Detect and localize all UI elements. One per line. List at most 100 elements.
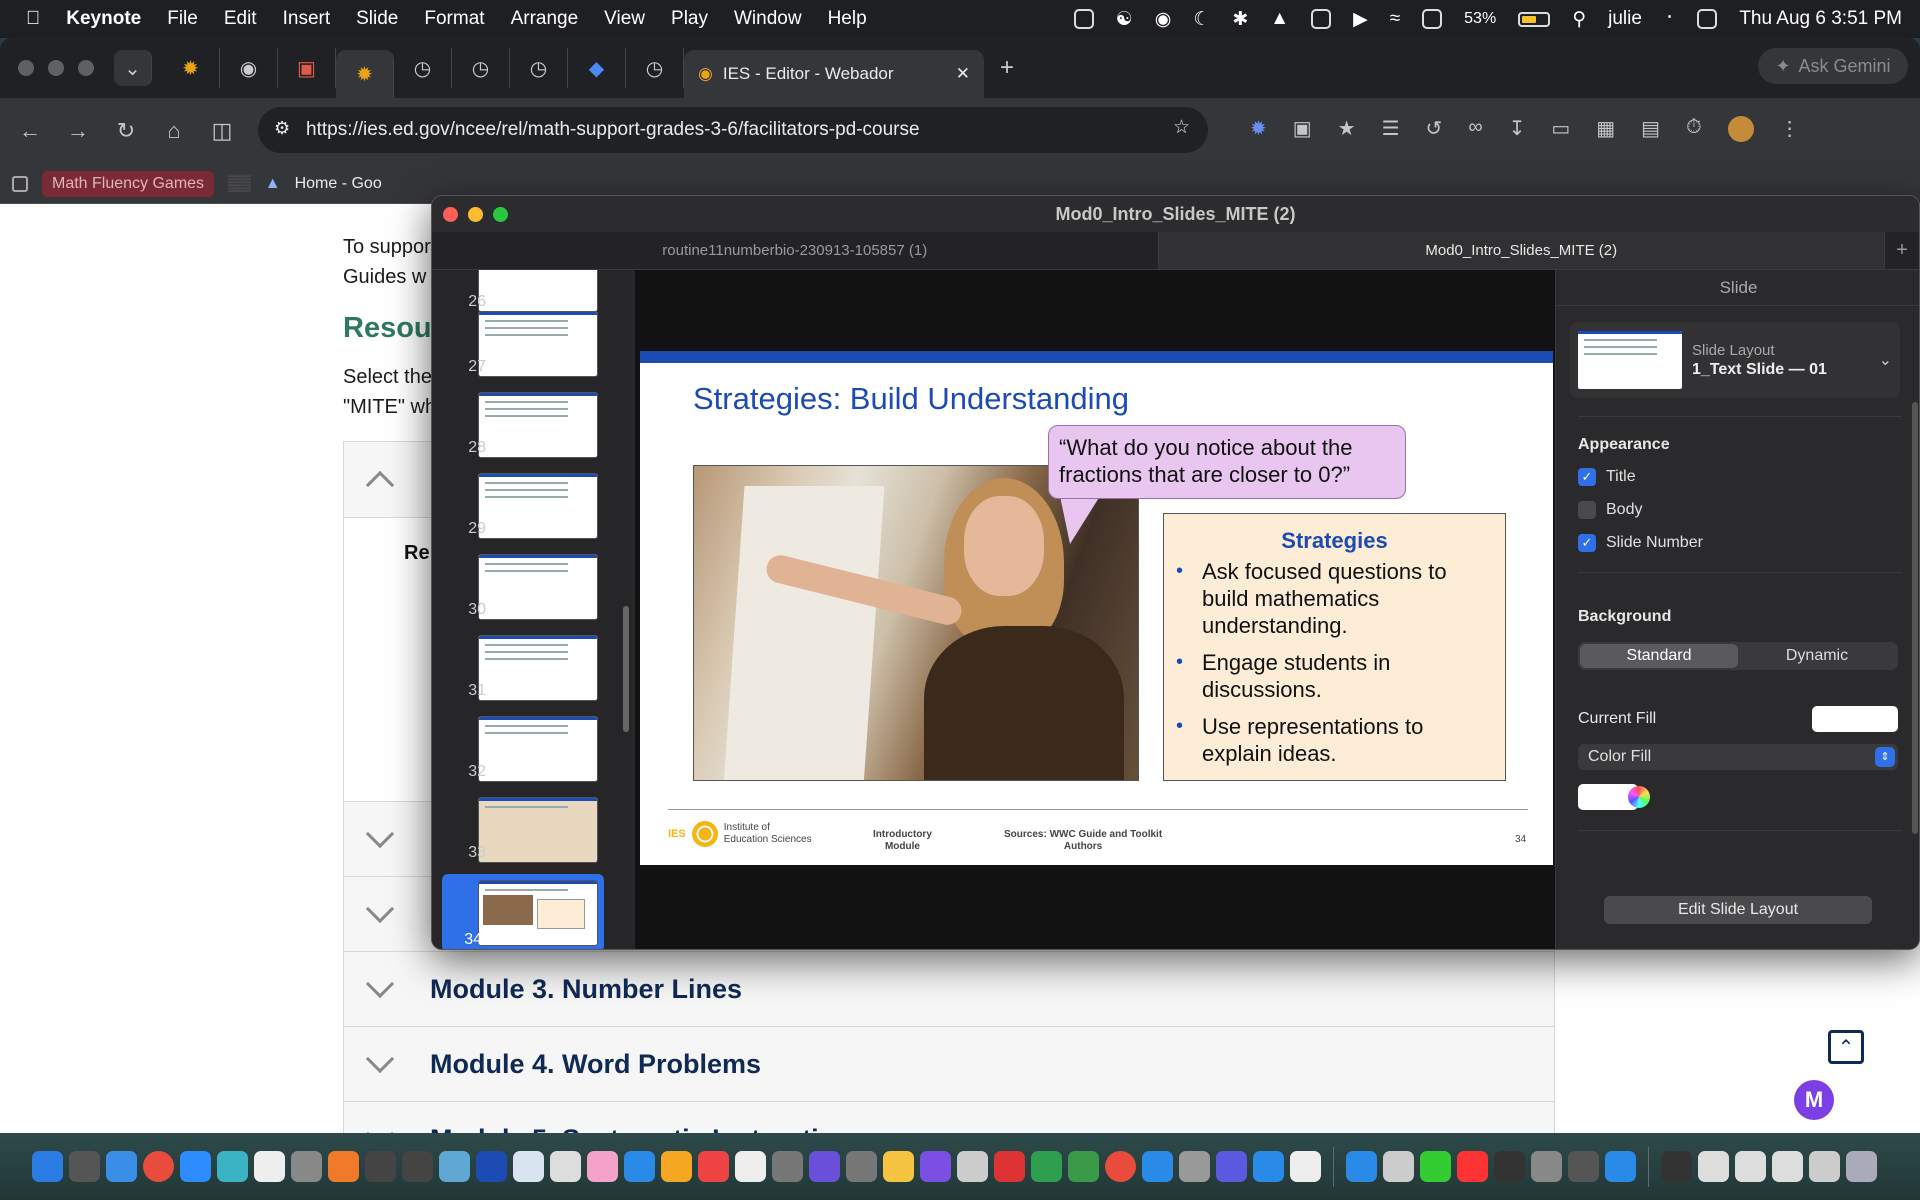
extensions-icon[interactable]: ▣	[1293, 116, 1312, 142]
slide-thumb-27[interactable]: 27	[432, 307, 635, 379]
forward-icon[interactable]: →	[54, 118, 102, 144]
edit-slide-layout-button[interactable]: Edit Slide Layout	[1604, 896, 1872, 924]
gmail-icon[interactable]	[698, 1151, 729, 1182]
menu-insert[interactable]: Insert	[283, 8, 331, 30]
folder-icon[interactable]	[1661, 1151, 1692, 1182]
reading-list-icon[interactable]: ☰	[1382, 116, 1400, 142]
slide-thumb-31[interactable]: 31	[432, 631, 635, 703]
bluetooth-icon[interactable]: ᛫	[1664, 8, 1675, 30]
tab-favicon-pin[interactable]: ◆	[568, 48, 626, 88]
sidebar-icon[interactable]: ◫	[198, 118, 246, 144]
apple-icon[interactable]: 	[26, 8, 40, 30]
clock[interactable]: Thu Aug 6 3:51 PM	[1739, 8, 1902, 30]
activity-monitor-icon[interactable]	[1494, 1151, 1525, 1182]
app-icon[interactable]	[1031, 1151, 1062, 1182]
reader-icon[interactable]: ▤	[1641, 116, 1660, 142]
user-name[interactable]: julie	[1608, 8, 1642, 30]
app-icon[interactable]	[957, 1151, 988, 1182]
performance-icon[interactable]: ⏱	[1686, 116, 1702, 142]
grid-icon[interactable]	[1073, 9, 1094, 29]
download-icon[interactable]: ↧	[1509, 116, 1526, 142]
fill-type-select[interactable]: Color Fill ⇕	[1578, 744, 1898, 770]
accessibility-icon[interactable]: ☯	[1116, 8, 1133, 31]
keynote-icon[interactable]	[476, 1151, 507, 1182]
play-circle-icon[interactable]: ▶	[1353, 8, 1368, 31]
app-icon[interactable]	[1253, 1151, 1284, 1182]
bookmark-star-icon[interactable]: ☆	[1173, 116, 1190, 139]
app-icon[interactable]	[920, 1151, 951, 1182]
tab-search-button[interactable]: ⌄	[114, 50, 152, 86]
app-icon[interactable]	[1383, 1151, 1414, 1182]
app-icon[interactable]	[1605, 1151, 1636, 1182]
new-tab-button[interactable]: +	[1000, 54, 1014, 82]
ask-gemini-button[interactable]: ✦ Ask Gemini	[1758, 48, 1908, 84]
safari-icon[interactable]	[1142, 1151, 1173, 1182]
app-icon[interactable]	[69, 1151, 100, 1182]
calendar-icon[interactable]	[735, 1151, 766, 1182]
chrome-icon[interactable]	[1105, 1151, 1136, 1182]
tab-favicon-sun-2[interactable]: ✹	[336, 50, 394, 98]
app-icon[interactable]	[365, 1151, 396, 1182]
table-icon[interactable]: ▦	[1596, 116, 1615, 142]
module-3-item[interactable]: Module 3. Number Lines	[344, 952, 1554, 1027]
app-icon[interactable]	[1068, 1151, 1099, 1182]
music-icon[interactable]	[1457, 1151, 1488, 1182]
menu-window[interactable]: Window	[734, 8, 802, 30]
battery-icon[interactable]	[1518, 11, 1551, 27]
app-icon[interactable]	[402, 1151, 433, 1182]
wifi-icon[interactable]: ≈	[1390, 8, 1400, 30]
app-icon[interactable]	[1290, 1151, 1321, 1182]
checkbox-title[interactable]: ✓ Title	[1578, 468, 1636, 486]
slide-thumb-28[interactable]: 28	[432, 388, 635, 460]
menu-format[interactable]: Format	[424, 8, 484, 30]
menu-arrange[interactable]: Arrange	[511, 8, 579, 30]
checkbox-body[interactable]: Body	[1578, 501, 1642, 519]
tab-favicon-sun-1[interactable]: ✹	[162, 48, 220, 88]
keynote-zoom-button[interactable]	[493, 207, 508, 222]
current-fill-swatch[interactable]	[1812, 706, 1898, 732]
display-icon[interactable]: ▲	[1270, 8, 1289, 30]
help-icon[interactable]	[772, 1151, 803, 1182]
tab-favicon-globe-1[interactable]: ◷	[394, 48, 452, 88]
menu-edit[interactable]: Edit	[224, 8, 257, 30]
navigator-scrollbar[interactable]	[623, 606, 629, 732]
chrome-icon[interactable]	[143, 1151, 174, 1182]
moon-icon[interactable]: ☾	[1193, 8, 1210, 31]
reload-icon[interactable]: ↻	[102, 118, 150, 144]
app-icon[interactable]	[1568, 1151, 1599, 1182]
tab-favicon-red[interactable]: ▣	[278, 48, 336, 88]
inspector-header[interactable]: Slide	[1556, 270, 1919, 306]
bookmark-home[interactable]: Home - Goo	[295, 175, 382, 193]
menu-play[interactable]: Play	[671, 8, 708, 30]
help-icon[interactable]	[846, 1151, 877, 1182]
app-icon[interactable]	[587, 1151, 618, 1182]
chevron-up-icon[interactable]	[365, 470, 395, 499]
keynote-tab-routine[interactable]: routine11numberbio-230913-105857 (1)	[432, 232, 1159, 269]
close-tab-icon[interactable]: ✕	[956, 64, 970, 84]
close-window-button[interactable]	[18, 60, 34, 76]
menu-view[interactable]: View	[604, 8, 645, 30]
app-icon[interactable]	[809, 1151, 840, 1182]
profile-avatar[interactable]	[1727, 116, 1754, 142]
keynote-minimize-button[interactable]	[468, 207, 483, 222]
app-icon[interactable]	[1216, 1151, 1247, 1182]
slide-thumb-33[interactable]: 33	[432, 793, 635, 865]
home-icon[interactable]: ⌂	[150, 118, 198, 144]
module-4-item[interactable]: Module 4. Word Problems	[344, 1027, 1554, 1102]
photos-icon[interactable]	[661, 1151, 692, 1182]
folder-icon[interactable]	[1809, 1151, 1840, 1182]
menu-kebab-icon[interactable]: ⋮	[1780, 116, 1800, 142]
control-center-icon[interactable]	[1697, 9, 1718, 29]
notes-icon[interactable]	[254, 1151, 285, 1182]
history-icon[interactable]: ↺	[1426, 116, 1443, 142]
app-icon[interactable]	[328, 1151, 359, 1182]
app-icon[interactable]	[994, 1151, 1025, 1182]
tab-favicon-chrome[interactable]: ◉	[220, 48, 278, 88]
finder-icon[interactable]	[32, 1151, 63, 1182]
slide-thumb-34-selected[interactable]: 34	[442, 874, 604, 949]
back-to-top-icon[interactable]: ⌃	[1828, 1030, 1864, 1064]
folder-icon[interactable]	[1698, 1151, 1729, 1182]
zoom-window-button[interactable]	[78, 60, 94, 76]
strategies-box[interactable]: Strategies • Ask focused questions to bui…	[1163, 513, 1506, 781]
app-icon[interactable]	[550, 1151, 581, 1182]
